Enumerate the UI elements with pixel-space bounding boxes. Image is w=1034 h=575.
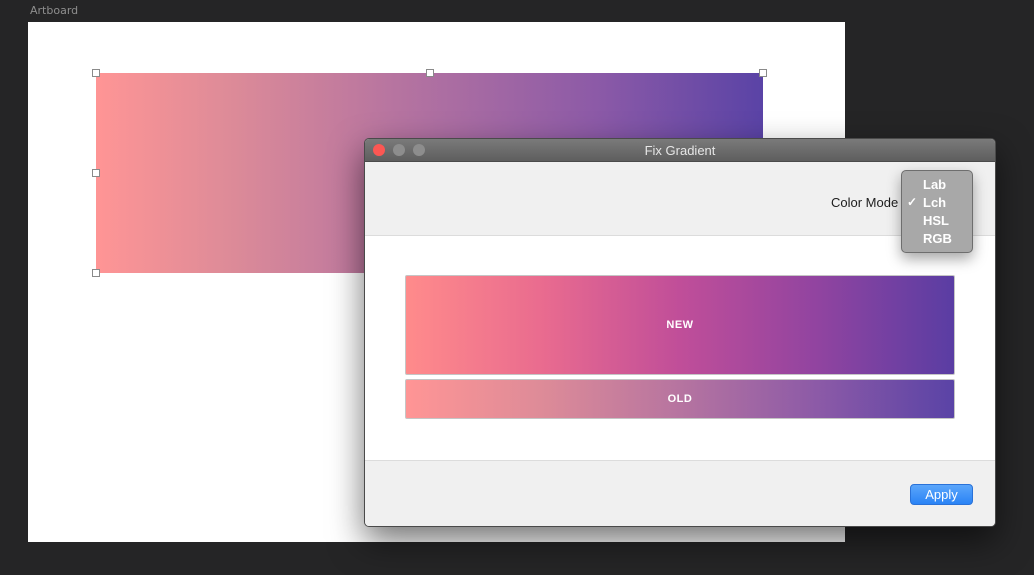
menu-item-rgb[interactable]: RGB: [902, 229, 972, 247]
menu-item-label: Lab: [923, 177, 947, 192]
resize-handle-bottom-left[interactable]: [92, 269, 100, 277]
new-preview-label: NEW: [666, 319, 694, 331]
dialog-title: Fix Gradient: [644, 143, 716, 158]
old-preview-label: OLD: [667, 393, 693, 405]
resize-handle-top-left[interactable]: [92, 69, 100, 77]
menu-item-lab[interactable]: Lab: [902, 175, 972, 193]
resize-handle-middle-left[interactable]: [92, 169, 100, 177]
menu-item-label: Lch: [923, 195, 947, 210]
resize-handle-top-middle[interactable]: [426, 69, 434, 77]
color-mode-label: Color Mode: [831, 195, 899, 210]
menu-item-hsl[interactable]: HSL: [902, 211, 972, 229]
dialog-titlebar[interactable]: Fix Gradient: [365, 139, 995, 162]
apply-button[interactable]: Apply: [910, 484, 973, 505]
menu-item-label: RGB: [923, 231, 952, 246]
checkmark-icon: ✓: [907, 195, 918, 209]
new-gradient-preview: NEW: [405, 275, 955, 375]
color-mode-menu: Lab ✓ Lch HSL RGB: [901, 170, 973, 253]
preview-section: NEW OLD: [365, 236, 995, 461]
artboard-label: Artboard: [30, 4, 79, 17]
old-gradient-preview: OLD: [405, 379, 955, 419]
menu-item-label: HSL: [923, 213, 949, 228]
resize-handle-top-right[interactable]: [759, 69, 767, 77]
footer-section: Apply: [365, 461, 995, 526]
menu-item-lch[interactable]: ✓ Lch: [902, 193, 972, 211]
